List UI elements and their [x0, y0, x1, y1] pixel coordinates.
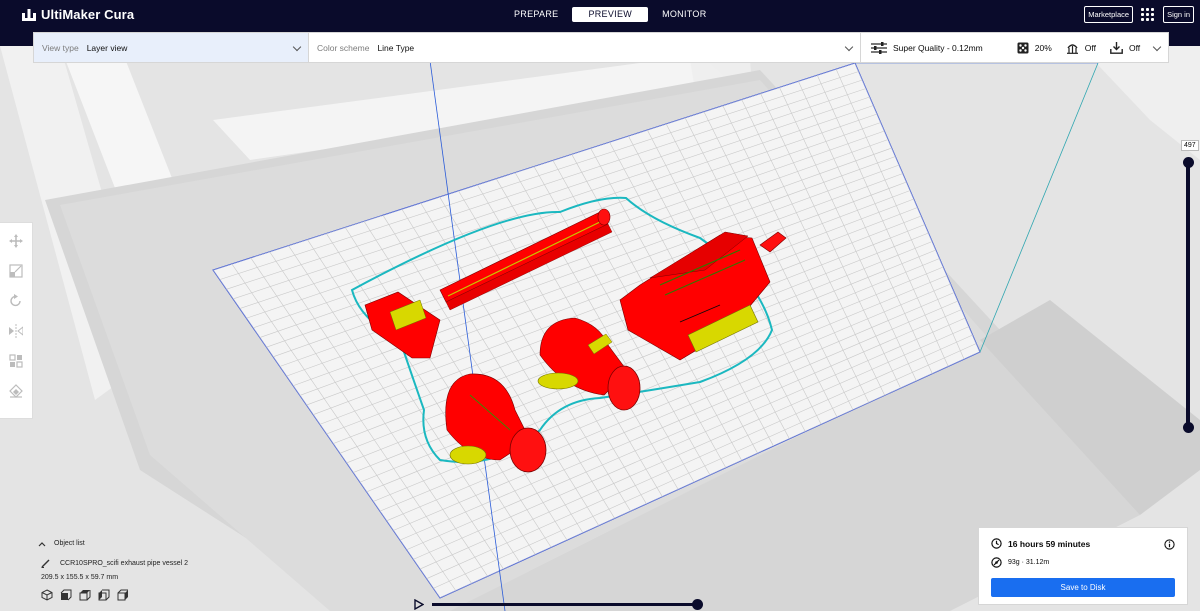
move-icon — [9, 234, 23, 248]
material-row: 93g · 31.12m — [991, 557, 1175, 568]
object-name: CCR10SPRO_scifi exhaust pipe vessel 2 — [60, 560, 189, 567]
front-view-icon[interactable] — [60, 589, 72, 601]
print-time: 16 hours 59 minutes — [1008, 538, 1091, 549]
infill-value: 20% — [1034, 42, 1052, 53]
play-icon[interactable] — [414, 599, 424, 610]
app-logo: UltiMaker Cura — [22, 7, 134, 22]
per-model-settings-tool[interactable] — [8, 353, 24, 369]
object-list-item[interactable]: CCR10SPRO_scifi exhaust pipe vessel 2 — [38, 559, 298, 568]
marketplace-button[interactable]: Marketplace — [1084, 6, 1134, 23]
scale-tool[interactable] — [8, 263, 24, 279]
chevron-up-icon — [38, 541, 46, 546]
view-type-label: View type — [42, 42, 79, 53]
move-tool[interactable] — [8, 233, 24, 249]
layer-slider-bottom-handle[interactable] — [1183, 422, 1194, 433]
scale-icon — [9, 264, 23, 278]
layer-number-input[interactable]: 497 — [1181, 140, 1199, 151]
color-scheme-label: Color scheme — [317, 42, 370, 53]
profile-setting: Super Quality - 0.12mm — [871, 41, 983, 54]
layer-slider-track[interactable] — [1186, 160, 1190, 432]
view-type-dropdown[interactable]: View type Layer view — [34, 33, 309, 62]
sign-in-button[interactable]: Sign in — [1163, 6, 1194, 23]
object-list-header: Object list — [54, 540, 85, 547]
stage-tabs: PREPARE PREVIEW MONITOR — [500, 7, 721, 22]
view-toolbar: View type Layer view Color scheme Line T… — [33, 32, 1169, 63]
simulation-slider-handle[interactable] — [692, 599, 703, 610]
view-type-value: Layer view — [86, 42, 128, 53]
infill-icon — [1017, 42, 1029, 53]
clock-icon — [991, 538, 1002, 549]
spool-icon — [991, 557, 1002, 568]
rotate-icon — [10, 294, 21, 307]
object-dimensions: 209.5 x 155.5 x 59.7 mm — [41, 574, 119, 581]
save-to-disk-button[interactable]: Save to Disk — [991, 578, 1175, 597]
support-blocker-tool[interactable] — [8, 383, 24, 399]
tab-prepare[interactable]: PREPARE — [500, 7, 572, 22]
tab-preview[interactable]: PREVIEW — [572, 7, 649, 22]
top-view-icon[interactable] — [79, 589, 91, 601]
layer-slider-top-handle[interactable] — [1183, 157, 1194, 168]
header-actions: Marketplace Sign in — [1084, 6, 1194, 23]
adhesion-setting: Off — [1110, 41, 1141, 54]
mirror-tool[interactable] — [8, 323, 24, 339]
support-icon — [1066, 43, 1078, 54]
chevron-down-icon — [292, 42, 302, 52]
3d-view-icon[interactable] — [41, 589, 53, 601]
print-info-panel: 16 hours 59 minutes 93g · 31.12m Save to… — [978, 527, 1188, 605]
rotate-tool[interactable] — [8, 293, 24, 309]
chevron-down-icon — [1152, 42, 1162, 52]
right-view-icon[interactable] — [117, 589, 129, 601]
infill-setting: 20% — [1017, 42, 1052, 54]
app-title: UltiMaker Cura — [41, 7, 135, 22]
print-settings-dropdown[interactable]: Super Quality - 0.12mm 20% Off Off — [861, 33, 1168, 62]
support-setting: Off — [1066, 42, 1096, 54]
object-list-panel: Object list CCR10SPRO_scifi exhaust pipe… — [38, 540, 298, 601]
chevron-down-icon — [844, 42, 854, 52]
simulation-slider-track[interactable] — [432, 603, 700, 606]
profile-label: Super Quality - 0.12mm — [893, 42, 983, 53]
print-time-row: 16 hours 59 minutes — [991, 538, 1175, 549]
object-list-toggle[interactable]: Object list — [38, 540, 298, 547]
color-scheme-value: Line Type — [377, 42, 415, 53]
left-tool-panel — [0, 222, 33, 419]
tab-monitor[interactable]: MONITOR — [648, 7, 720, 22]
per-model-settings-icon — [9, 354, 23, 368]
adhesion-icon — [1110, 41, 1123, 54]
sliders-icon — [871, 41, 887, 54]
ultimaker-logo-icon — [22, 8, 36, 21]
mirror-icon — [9, 324, 23, 338]
left-view-icon[interactable] — [98, 589, 110, 601]
pencil-icon[interactable] — [41, 559, 50, 568]
apps-grid-icon[interactable] — [1141, 7, 1155, 22]
support-blocker-icon — [9, 384, 23, 398]
info-icon[interactable] — [1164, 539, 1175, 550]
material-usage: 93g · 31.12m — [1008, 559, 1050, 566]
color-scheme-dropdown[interactable]: Color scheme Line Type — [309, 33, 861, 62]
camera-view-buttons — [38, 589, 298, 601]
support-value: Off — [1084, 42, 1096, 53]
adhesion-value: Off — [1128, 42, 1141, 53]
app-header: UltiMaker Cura PREPARE PREVIEW MONITOR M… — [0, 0, 1200, 30]
